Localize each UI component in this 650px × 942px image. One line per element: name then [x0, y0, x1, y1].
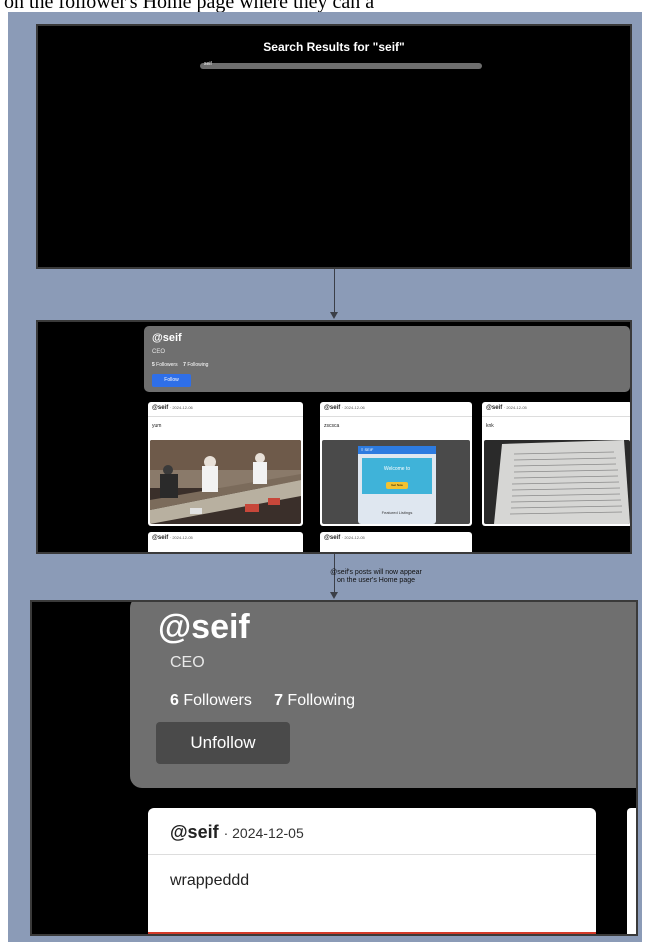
search-results-title: Search Results for "seif" [263, 40, 405, 54]
next-post-card-edge [627, 808, 636, 934]
unfollow-button[interactable]: Unfollow [156, 722, 290, 764]
followers-count: 5 [152, 362, 155, 368]
post-card[interactable]: @seif · 2024-12-05 [148, 532, 303, 552]
profile-role: CEO [170, 654, 205, 671]
post-card[interactable]: @seif · 2024-12-05 wrappeddd [148, 808, 596, 934]
follow-button[interactable]: Follow [152, 374, 191, 387]
following-count: 7 [183, 362, 186, 368]
post-header: @seif · 2024-12-06 [152, 405, 193, 411]
search-result-bar[interactable]: seif [200, 61, 482, 69]
search-results-screen: Search Results for "seif" seif [36, 24, 632, 269]
post-header: @seif · 2024-12-05 [486, 405, 527, 411]
connector-line-1 [334, 269, 335, 314]
post-card[interactable]: @seif · 2024-12-06 zscsca ≡ SEIF Welcome… [320, 402, 472, 526]
app-footer-text: Featured Listings [381, 510, 413, 515]
following-count: 7 [274, 692, 283, 709]
post-header: @seif · 2024-12-05 [152, 535, 193, 541]
post-caption: zscsca [324, 423, 340, 429]
followers-label: Followers [156, 362, 178, 368]
post-handle: @seif [486, 405, 503, 411]
flow-diagram: Search Results for "seif" seif @seif CEO… [8, 12, 642, 942]
post-handle: @seif [324, 535, 341, 541]
post-handle: @seif [170, 822, 219, 842]
post-image-top [148, 932, 596, 934]
divider [148, 854, 596, 855]
post-header: @seif · 2024-12-05 [324, 535, 365, 541]
post-image-sushi-bar [150, 440, 301, 524]
profile-header: @seif CEO 6 Followers 7 Following Unfoll… [130, 602, 636, 788]
post-handle: @seif [152, 405, 169, 411]
post-handle: @seif [152, 535, 169, 541]
search-result-text: seif [204, 61, 212, 67]
followers-label: Followers [183, 692, 252, 709]
post-caption: wrappeddd [170, 872, 250, 889]
app-welcome-text: Welcome to [383, 466, 411, 472]
following-label: Following [287, 692, 356, 709]
arrow-down-icon [330, 592, 338, 599]
post-date: · 2024-12-05 [341, 535, 365, 540]
profile-handle: @seif [152, 332, 182, 344]
post-date: · 2024-12-05 [503, 405, 527, 410]
post-caption: yum [152, 423, 162, 429]
post-image-app-screenshot: ≡ SEIF Welcome to Get Now Featured Listi… [322, 440, 470, 524]
post-date: · 2024-12-06 [169, 405, 193, 410]
post-date: · 2024-12-06 [341, 405, 365, 410]
post-date: · 2024-12-05 [169, 535, 193, 540]
post-header: @seif · 2024-12-06 [324, 405, 365, 411]
arrow-down-icon [330, 312, 338, 319]
followers-count: 6 [170, 692, 179, 709]
divider [482, 416, 630, 417]
post-image-document [484, 440, 630, 524]
post-card[interactable]: @seif · 2024-12-05 [320, 532, 472, 552]
post-caption: knk [486, 423, 494, 429]
divider [320, 416, 472, 417]
profile-handle: @seif [158, 608, 250, 646]
profile-stats: 6 Followers 7 Following [170, 692, 355, 710]
profile-screen-unfollow: @seif CEO 6 Followers 7 Following Unfoll… [30, 600, 638, 936]
profile-role: CEO [152, 349, 166, 355]
post-handle: @seif [324, 405, 341, 411]
post-card[interactable]: @seif · 2024-12-05 knk [482, 402, 630, 526]
post-date: · 2024-12-05 [223, 825, 304, 841]
divider [148, 416, 303, 417]
post-card[interactable]: @seif · 2024-12-06 yum [148, 402, 303, 526]
app-button: Get Now [386, 482, 408, 489]
app-header: ≡ SEIF [358, 446, 436, 454]
post-header: @seif · 2024-12-05 [170, 822, 304, 843]
annotation-text: @seif's posts will now appear on the use… [330, 569, 422, 584]
profile-stats: 5 Followers 7 Following [152, 362, 208, 368]
profile-screen-follow: @seif CEO 5 Followers 7 Following Follow… [36, 320, 632, 554]
profile-header: @seif CEO 5 Followers 7 Following Follow [144, 326, 630, 392]
following-label: Following [187, 362, 209, 368]
